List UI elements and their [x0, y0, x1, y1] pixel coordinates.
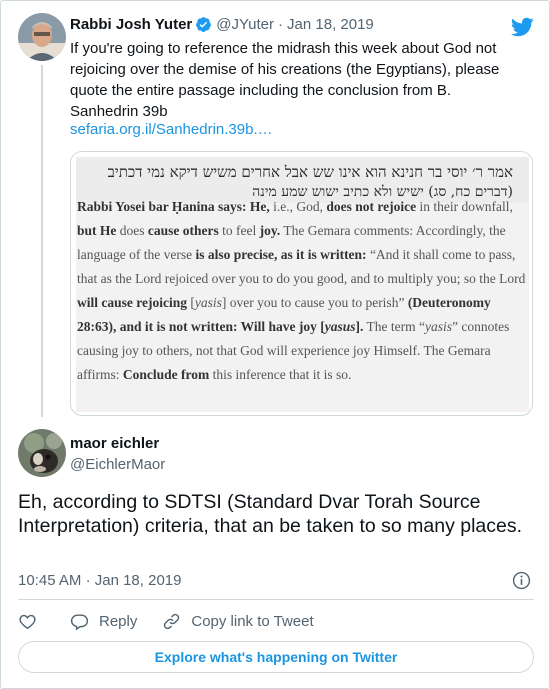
reply-label: Reply	[99, 612, 138, 630]
info-icon[interactable]	[512, 571, 531, 590]
copy-link-icon	[164, 613, 180, 629]
copy-link-label: Copy link to Tweet	[191, 612, 314, 630]
main-author-avatar[interactable]	[18, 429, 66, 477]
parent-author-handle[interactable]: @JYuter	[216, 16, 274, 33]
translation-text: Rabbi Yosei bar Ḥanina says: He, i.e., G…	[77, 199, 526, 382]
reply-icon	[70, 613, 89, 630]
reply-button[interactable]: Reply	[70, 612, 137, 631]
heart-icon	[19, 614, 36, 629]
parent-tweet-link[interactable]: sefaria.org.il/Sanhedrin.39b.…	[70, 121, 273, 138]
talmud-excerpt-image: אמר ר׳ יוסי בר חנינא הוא אינו שש אבל אחר…	[71, 152, 532, 415]
timestamp-separator: ·	[85, 572, 91, 589]
tweet-date: Jan 18, 2019	[94, 572, 182, 589]
main-tweet-text: Eh, according to SDTSI (Standard Dvar To…	[18, 491, 523, 537]
tweet-timestamp[interactable]: 10:45 AM · Jan 18, 2019	[18, 572, 181, 589]
parent-author-name[interactable]: Rabbi Josh Yuter	[70, 16, 192, 33]
explore-twitter-button[interactable]: Explore what's happening on Twitter	[18, 641, 534, 673]
hebrew-line-1: אמר ר׳ יוסי בר חנינא הוא אינו שש אבל אחר…	[107, 163, 513, 181]
main-author-handle[interactable]: @EichlerMaor	[70, 456, 165, 473]
copy-link-button[interactable]: Copy link to Tweet	[162, 612, 314, 631]
main-author-name[interactable]: maor eichler	[70, 435, 159, 452]
verified-badge-icon	[196, 17, 212, 32]
parent-tweet-text: If you're going to reference the midrash…	[70, 40, 500, 120]
attached-image[interactable]: אמר ר׳ יוסי בר חנינא הוא אינו שש אבל אחר…	[70, 151, 533, 416]
parent-tweet-date[interactable]: Jan 18, 2019	[287, 16, 374, 33]
divider	[18, 599, 534, 600]
tweet-embed-card: Rabbi Josh Yuter @JYuter · Jan 18, 2019 …	[0, 0, 550, 689]
twitter-bird-icon[interactable]	[510, 15, 534, 39]
tweet-time: 10:45 AM	[18, 572, 82, 589]
parent-tweet-header: Rabbi Josh Yuter @JYuter · Jan 18, 2019	[70, 16, 374, 33]
like-button[interactable]	[18, 612, 37, 631]
parent-author-avatar[interactable]	[18, 13, 66, 61]
tweet-actions: Reply Copy link to Tweet	[18, 609, 314, 633]
thread-line	[41, 65, 43, 417]
header-separator: ·	[278, 16, 284, 33]
